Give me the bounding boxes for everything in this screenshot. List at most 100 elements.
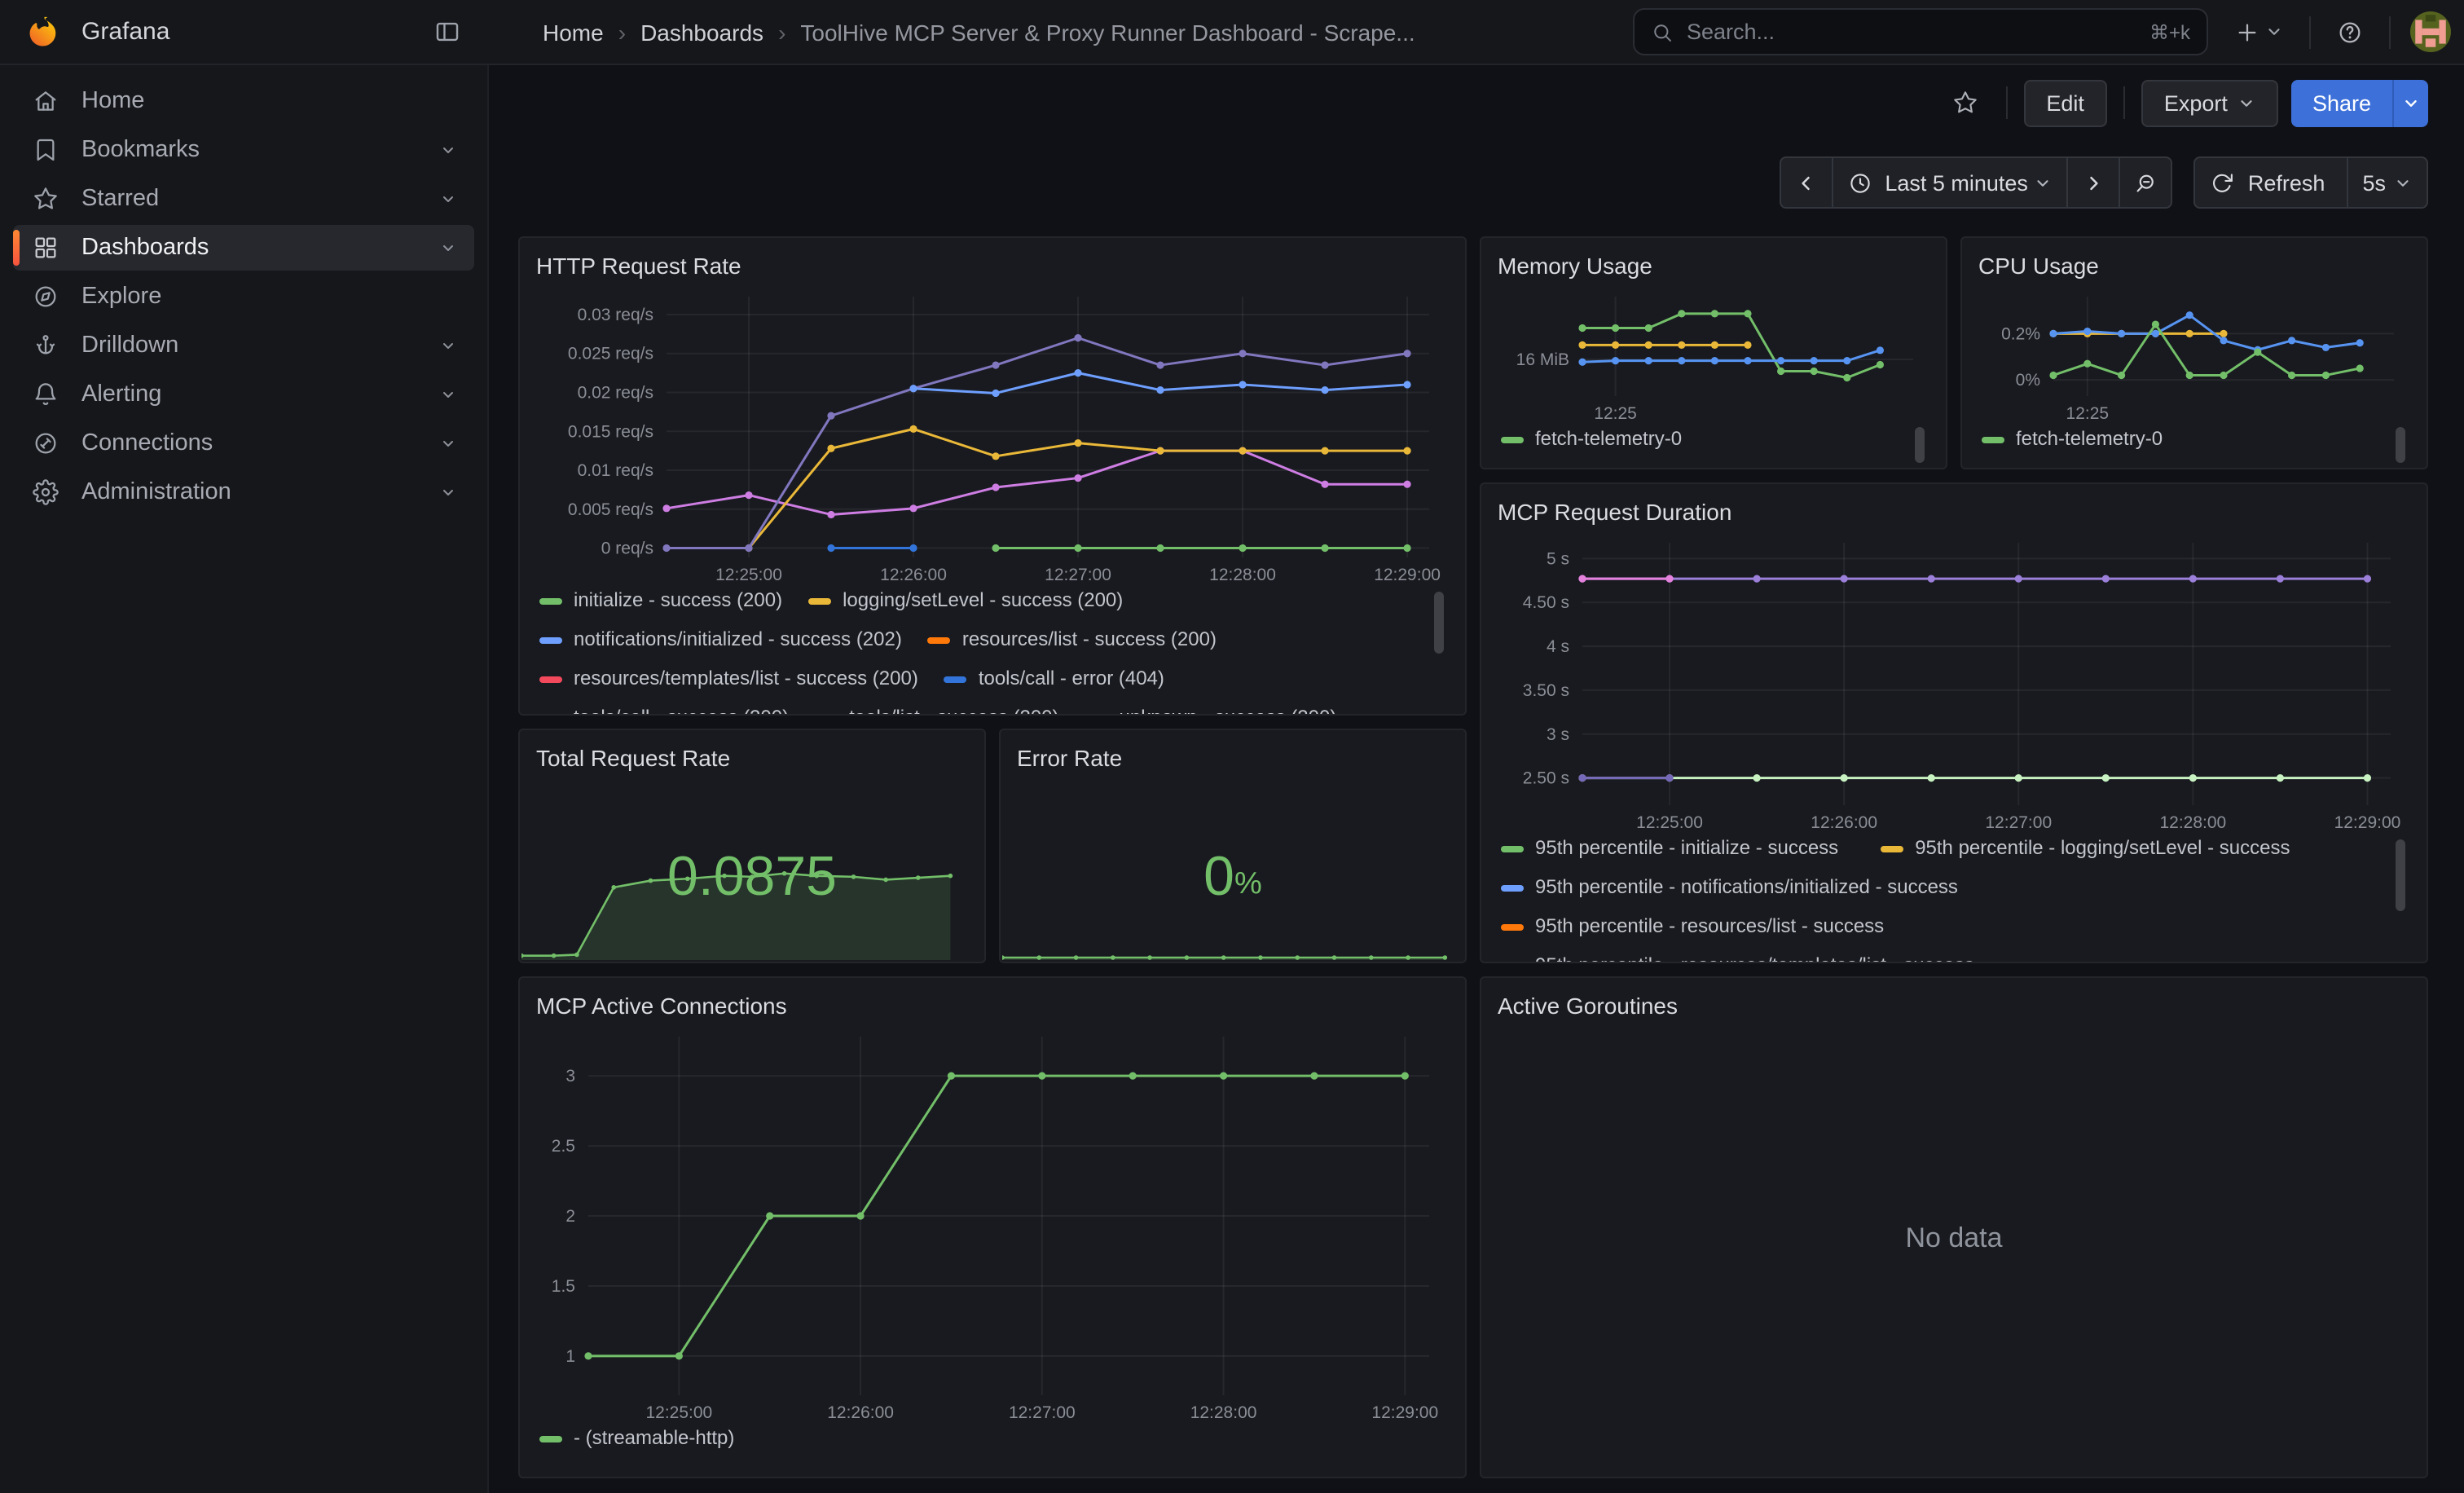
- panel-total-request-rate: Total Request Rate 0.0875: [518, 729, 986, 963]
- legend-swatch: [1501, 436, 1524, 443]
- svg-text:12:27:00: 12:27:00: [1045, 566, 1111, 584]
- http-request-rate-chart[interactable]: 0 req/s0.005 req/s0.01 req/s0.015 req/s0…: [536, 284, 1449, 587]
- sidebar-item-starred[interactable]: Starred: [13, 176, 474, 222]
- cpu-usage-chart[interactable]: 0.2%0%12:25: [1978, 284, 2410, 425]
- svg-text:12:29:00: 12:29:00: [1371, 1403, 1438, 1422]
- mcp-active-connections-chart[interactable]: 32.521.5112:25:0012:26:0012:27:0012:28:0…: [536, 1024, 1449, 1425]
- chevron-down-icon[interactable]: [438, 336, 458, 355]
- sidebar-item-alerting[interactable]: Alerting: [13, 372, 474, 417]
- legend-item[interactable]: logging/setLevel - success (200): [808, 588, 1123, 613]
- legend-item[interactable]: notifications/initialized - success (202…: [539, 628, 902, 652]
- svg-text:0.015 req/s: 0.015 req/s: [568, 422, 653, 441]
- sidebar-item-administration[interactable]: Administration: [13, 469, 474, 515]
- sidebar-toggle-button[interactable]: [427, 12, 466, 51]
- legend-item[interactable]: 95th percentile - resources/list - succe…: [1501, 914, 1884, 939]
- legend-label: - (streamable-http): [574, 1426, 734, 1451]
- chevron-down-icon[interactable]: [438, 482, 458, 502]
- svg-text:12:25: 12:25: [1594, 404, 1637, 423]
- chevron-down-icon[interactable]: [438, 385, 458, 404]
- legend-item[interactable]: tools/call - success (200): [539, 706, 789, 714]
- panel-http-request-rate: HTTP Request Rate 0 req/s0.005 req/s0.01…: [518, 236, 1467, 716]
- legend-item[interactable]: tools/call - error (404): [944, 667, 1164, 691]
- help-button[interactable]: [2327, 7, 2373, 56]
- legend-scrollbar[interactable]: [2396, 839, 2405, 911]
- svg-text:12:27:00: 12:27:00: [1009, 1403, 1076, 1422]
- sidebar-item-label: Connections: [81, 430, 438, 456]
- refresh-button[interactable]: Refresh: [2194, 156, 2348, 209]
- edit-button[interactable]: Edit: [2023, 79, 2107, 126]
- avatar-image: [2410, 11, 2451, 52]
- legend-item[interactable]: 95th percentile - notifications/initiali…: [1501, 875, 2063, 900]
- share-menu-button[interactable]: [2392, 79, 2428, 126]
- legend-item[interactable]: 95th percentile - logging/setLevel - suc…: [1881, 836, 2290, 861]
- legend-item[interactable]: unknown - success (200): [1085, 706, 1337, 714]
- panel-title: Error Rate: [1017, 740, 1449, 776]
- svg-text:12:25:00: 12:25:00: [715, 566, 782, 584]
- export-button[interactable]: Export: [2141, 79, 2278, 126]
- sidebar-item-label: Starred: [81, 186, 438, 212]
- legend-label: unknown - success (200): [1120, 706, 1337, 714]
- time-range-picker[interactable]: Last 5 minutes: [1831, 156, 2069, 209]
- chevron-down-icon[interactable]: [438, 140, 458, 160]
- chevron-down-icon[interactable]: [438, 434, 458, 453]
- sidebar-item-connections[interactable]: Connections: [13, 421, 474, 466]
- chevron-down-icon[interactable]: [438, 238, 458, 258]
- legend-item[interactable]: 95th percentile - resources/templates/li…: [1501, 953, 1974, 962]
- chevron-down-icon[interactable]: [438, 189, 458, 209]
- memory-legend: fetch-telemetry-0: [1498, 425, 1929, 468]
- time-shift-forward-button[interactable]: [2067, 156, 2121, 209]
- add-button[interactable]: [2224, 7, 2293, 56]
- time-range-group: Last 5 minutes: [1779, 156, 2173, 209]
- stat-value: 0: [1203, 845, 1234, 909]
- time-shift-back-button[interactable]: [1779, 156, 1833, 209]
- sidebar-item-label: Explore: [81, 284, 458, 310]
- refresh-interval-picker[interactable]: 5s: [2346, 156, 2428, 209]
- panel-title: Memory Usage: [1498, 248, 1929, 284]
- panel-title: Active Goroutines: [1498, 988, 2410, 1024]
- time-range-label: Last 5 minutes: [1885, 170, 2028, 195]
- angle-left-icon: [1793, 170, 1818, 195]
- grafana-logo-icon: [26, 14, 62, 50]
- sidebar-item-home[interactable]: Home: [13, 78, 474, 124]
- breadcrumb-item[interactable]: Dashboards: [640, 19, 763, 45]
- panel-mcp-request-duration: MCP Request Duration 5 s4.50 s4 s3.50 s3…: [1480, 482, 2428, 963]
- svg-text:12:25:00: 12:25:00: [1636, 813, 1703, 832]
- legend-item[interactable]: - (streamable-http): [539, 1426, 734, 1451]
- legend-item[interactable]: 95th percentile - initialize - success: [1501, 836, 1838, 861]
- angle-right-icon: [2082, 170, 2106, 195]
- legend-scrollbar[interactable]: [2396, 427, 2405, 463]
- legend-item[interactable]: fetch-telemetry-0: [1501, 427, 1682, 451]
- star-button[interactable]: [1940, 78, 1989, 127]
- legend-item[interactable]: resources/templates/list - success (200): [539, 667, 918, 691]
- legend-swatch: [1501, 884, 1524, 891]
- search-input[interactable]: [1687, 20, 2149, 44]
- stat-unit: %: [1234, 867, 1262, 903]
- sidebar-item-label: Alerting: [81, 381, 438, 407]
- sidebar-item-explore[interactable]: Explore: [13, 274, 474, 319]
- divider: [2123, 86, 2125, 119]
- sidebar-item-bookmarks[interactable]: Bookmarks: [13, 127, 474, 173]
- search-box[interactable]: ⌘+k: [1633, 8, 2208, 55]
- sidebar-item-label: Dashboards: [81, 235, 438, 261]
- stat-value-wrap: 0.0875: [536, 776, 968, 962]
- legend-item[interactable]: fetch-telemetry-0: [1982, 427, 2163, 451]
- legend-scrollbar[interactable]: [1434, 592, 1444, 654]
- legend-scrollbar[interactable]: [1915, 427, 1925, 463]
- sidebar-item-drilldown[interactable]: Drilldown: [13, 323, 474, 368]
- sidebar-item-dashboards[interactable]: Dashboards: [13, 225, 474, 271]
- clock-icon: [1847, 170, 1872, 195]
- memory-usage-chart[interactable]: 16 MiB12:25: [1498, 284, 1929, 425]
- mcp-request-duration-chart[interactable]: 5 s4.50 s4 s3.50 s3 s2.50 s12:25:0012:26…: [1498, 530, 2410, 835]
- share-button[interactable]: Share: [2291, 79, 2392, 126]
- legend-label: tools/list - success (200): [849, 706, 1058, 714]
- zoom-out-button[interactable]: [2119, 156, 2173, 209]
- refresh-icon: [2211, 170, 2235, 195]
- legend-label: 95th percentile - logging/setLevel - suc…: [1915, 836, 2290, 861]
- avatar[interactable]: [2410, 11, 2451, 52]
- grafana-app: Grafana Home›Dashboards›ToolHive MCP Ser…: [0, 0, 2464, 1493]
- breadcrumb-item[interactable]: Home: [543, 19, 604, 45]
- legend-item[interactable]: tools/list - success (200): [815, 706, 1058, 714]
- legend-item[interactable]: initialize - success (200): [539, 588, 782, 613]
- legend-item[interactable]: resources/list - success (200): [928, 628, 1217, 652]
- chevron-down-icon: [2394, 174, 2412, 192]
